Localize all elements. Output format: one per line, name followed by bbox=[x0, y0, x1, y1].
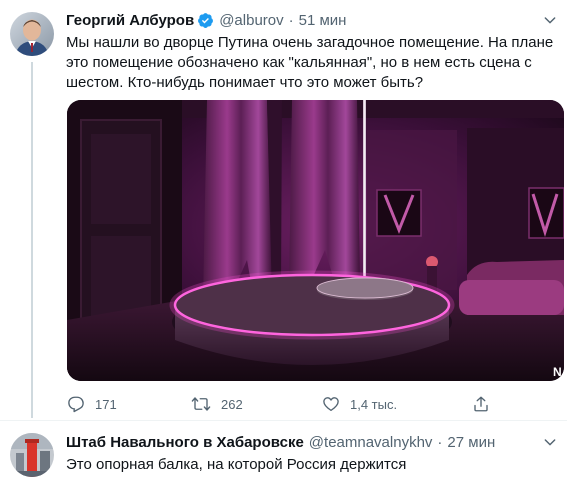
reply-tweet[interactable]: Штаб Навального в Хабаровске @teamnavaln… bbox=[0, 421, 567, 484]
reply-button[interactable]: 171 bbox=[67, 394, 117, 414]
verified-badge-icon bbox=[197, 12, 214, 29]
reply-author-name[interactable]: Штаб Навального в Хабаровске bbox=[66, 434, 304, 451]
reply-header-separator: · bbox=[437, 433, 443, 451]
reply-icon bbox=[68, 396, 84, 413]
header-separator: · bbox=[288, 11, 294, 29]
reply-header: Штаб Навального в Хабаровске @teamnavaln… bbox=[66, 432, 495, 452]
like-count: 1,4 тыс. bbox=[350, 396, 398, 412]
more-options-button[interactable] bbox=[540, 10, 560, 30]
tweet-media[interactable]: N bbox=[67, 100, 564, 381]
author-avatar[interactable] bbox=[10, 12, 54, 56]
author-handle[interactable]: @alburov bbox=[219, 12, 283, 29]
reply-more-options-button[interactable] bbox=[540, 432, 560, 452]
like-button[interactable]: 1,4 тыс. bbox=[322, 394, 397, 414]
chevron-down-icon bbox=[544, 17, 556, 24]
tweet[interactable]: Георгий Албуров @alburov · 51 мин Мы наш… bbox=[0, 0, 567, 418]
retweet-count: 262 bbox=[221, 396, 243, 412]
like-icon bbox=[323, 397, 339, 412]
tweet-time[interactable]: 51 мин bbox=[299, 12, 347, 29]
share-icon bbox=[474, 396, 488, 412]
reply-author-avatar[interactable] bbox=[10, 433, 54, 477]
reply-author-handle[interactable]: @teamnavalnykhv bbox=[309, 434, 433, 451]
retweet-button[interactable]: 262 bbox=[191, 394, 243, 414]
retweet-icon bbox=[191, 397, 211, 411]
reply-count: 171 bbox=[95, 396, 117, 412]
tweet-text: Мы нашли во дворце Путина очень загадочн… bbox=[66, 34, 554, 91]
author-name[interactable]: Георгий Албуров bbox=[66, 12, 194, 29]
reply-time[interactable]: 27 мин bbox=[447, 434, 495, 451]
media-watermark: N bbox=[553, 365, 562, 379]
tweet-header: Георгий Албуров @alburov · 51 мин bbox=[66, 10, 346, 30]
chevron-down-icon bbox=[544, 439, 556, 446]
reply-text: Это опорная балка, на которой Россия дер… bbox=[66, 456, 407, 473]
share-button[interactable] bbox=[472, 394, 500, 414]
thread-line bbox=[31, 62, 33, 418]
